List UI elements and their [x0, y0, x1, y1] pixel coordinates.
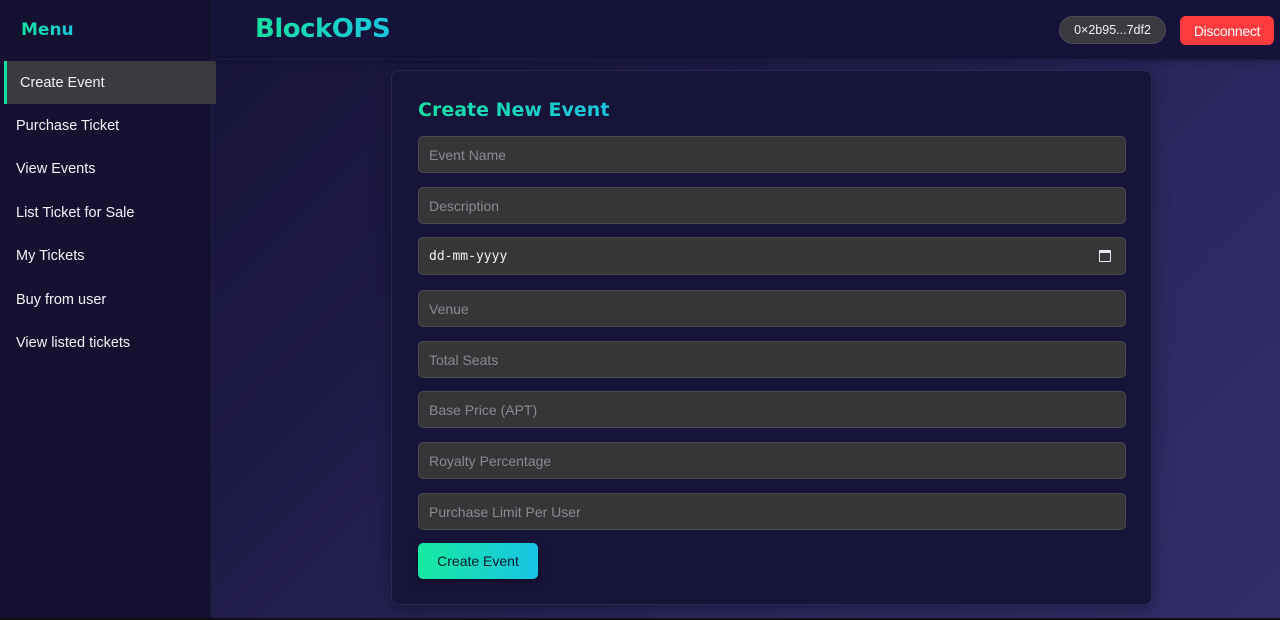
app-root: Menu Create Event Purchase Ticket View E… [0, 0, 1280, 620]
royalty-percentage-input[interactable] [418, 442, 1126, 479]
create-event-card: Create New Event dd-mm-yyyy Create Event [391, 70, 1152, 605]
sidebar-item-label: Buy from user [16, 291, 107, 308]
venue-input[interactable] [418, 290, 1126, 327]
base-price-input[interactable] [418, 391, 1126, 428]
disconnect-button[interactable]: Disconnect [1180, 16, 1274, 45]
sidebar-menu: Create Event Purchase Ticket View Events… [4, 61, 216, 365]
sidebar-item-view-listed-tickets[interactable]: View listed tickets [4, 321, 216, 364]
sidebar-item-buy-from-user[interactable]: Buy from user [4, 278, 216, 321]
create-event-button[interactable]: Create Event [418, 543, 538, 579]
description-input[interactable] [418, 187, 1126, 224]
sidebar-item-label: Purchase Ticket [16, 118, 120, 135]
sidebar: Menu Create Event Purchase Ticket View E… [0, 0, 216, 620]
sidebar-item-label: View listed tickets [16, 335, 131, 352]
wallet-address-badge: 0×2b95...7df2 [1059, 16, 1166, 44]
sidebar-item-list-ticket-for-sale[interactable]: List Ticket for Sale [4, 191, 216, 234]
total-seats-input[interactable] [418, 341, 1126, 378]
sidebar-title: Menu [21, 20, 74, 40]
event-date-input[interactable]: dd-mm-yyyy [418, 237, 1126, 275]
brand-logo: BlockOPS [255, 14, 391, 44]
event-name-input[interactable] [418, 136, 1126, 173]
sidebar-item-view-events[interactable]: View Events [4, 148, 216, 191]
sidebar-item-label: List Ticket for Sale [16, 204, 135, 221]
sidebar-item-label: View Events [16, 161, 96, 178]
sidebar-item-label: Create Event [20, 74, 105, 91]
date-placeholder: dd-mm-yyyy [429, 248, 508, 264]
sidebar-item-purchase-ticket[interactable]: Purchase Ticket [4, 104, 216, 147]
sidebar-item-my-tickets[interactable]: My Tickets [4, 235, 216, 278]
calendar-icon[interactable] [1099, 250, 1111, 262]
purchase-limit-input[interactable] [418, 493, 1126, 530]
form-title: Create New Event [418, 99, 610, 121]
top-header: BlockOPS 0×2b95...7df2 Disconnect [213, 0, 1280, 60]
sidebar-item-label: My Tickets [16, 248, 85, 265]
sidebar-item-create-event[interactable]: Create Event [4, 61, 216, 105]
